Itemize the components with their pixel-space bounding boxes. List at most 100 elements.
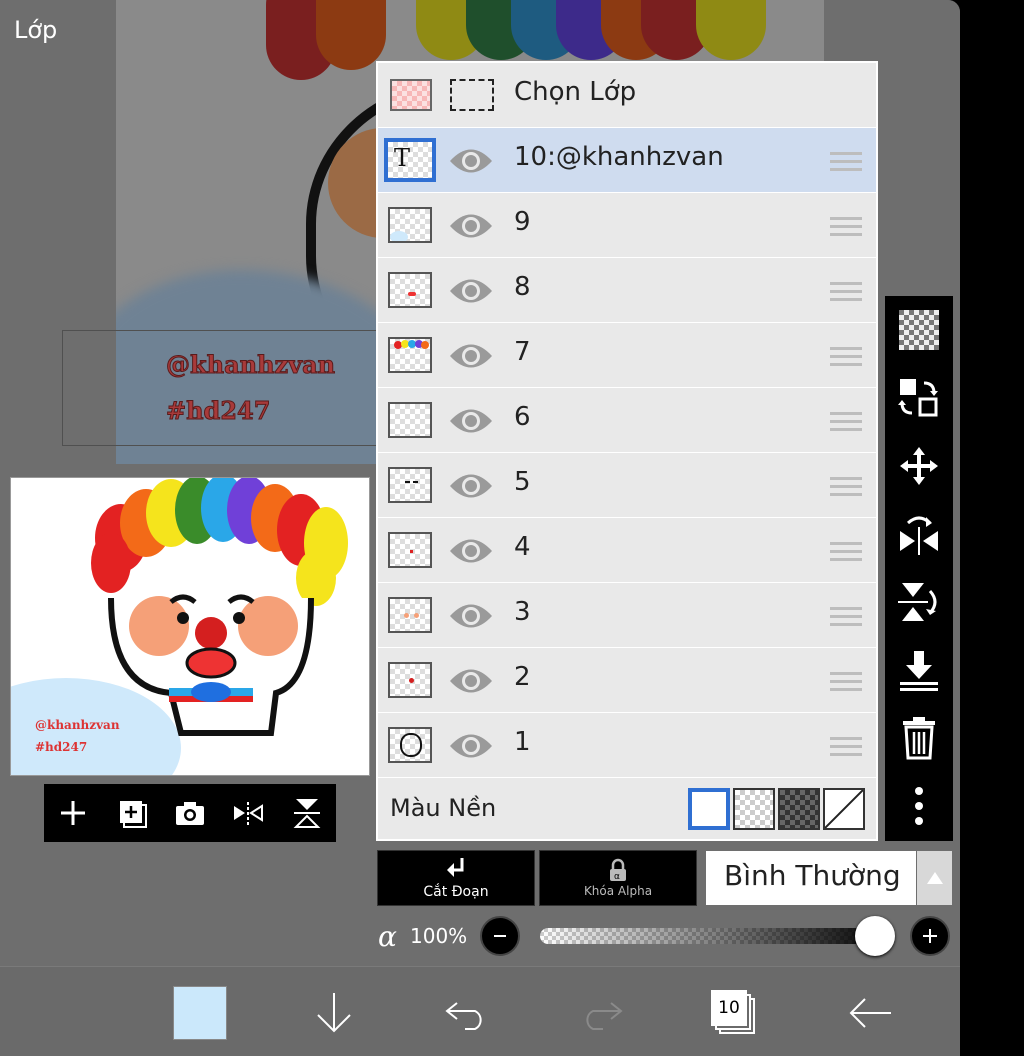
more-vertical-icon[interactable] <box>895 782 943 830</box>
canvas-watermark-1: @khanhzvan <box>165 350 336 380</box>
drag-handle-icon[interactable] <box>830 282 862 302</box>
opacity-slider-handle[interactable] <box>855 916 895 956</box>
layer-preview[interactable]: @khanhzvan #hd247 <box>10 477 370 776</box>
svg-text:α: α <box>614 872 620 882</box>
chevron-up-icon <box>926 872 943 884</box>
bg-dark-swatch[interactable] <box>778 788 820 830</box>
transparency-icon[interactable] <box>895 306 943 354</box>
eye-icon[interactable] <box>448 339 494 373</box>
layer-row[interactable]: 7 <box>378 323 876 388</box>
redo-icon[interactable] <box>573 985 629 1041</box>
flip-horizontal-icon[interactable] <box>895 510 943 558</box>
layer-row[interactable]: 1 <box>378 713 876 778</box>
eye-icon[interactable] <box>448 209 494 243</box>
swap-layer-icon[interactable] <box>895 374 943 422</box>
eye-icon[interactable] <box>448 144 494 178</box>
bg-white-swatch[interactable] <box>688 788 730 830</box>
alpha-lock-button[interactable]: α Khóa Alpha <box>539 850 697 906</box>
eye-icon[interactable] <box>448 469 494 503</box>
text-selection-box[interactable] <box>62 330 382 446</box>
layer-name: 6 <box>514 402 531 432</box>
opacity-value: 100% <box>410 924 468 948</box>
opacity-decrease-button[interactable] <box>480 916 520 956</box>
alpha-symbol: α <box>378 920 397 953</box>
eye-icon[interactable] <box>448 534 494 568</box>
layer-row[interactable]: 6 <box>378 388 876 453</box>
eye-icon[interactable] <box>448 274 494 308</box>
undo-icon[interactable] <box>439 985 495 1041</box>
clipping-label: Cắt Đoạn <box>423 884 489 900</box>
drawing-canvas-area[interactable]: @khanhzvan #hd247 Lớp @khanhzvan #hd247 … <box>0 0 960 966</box>
blend-mode-dropdown-arrow[interactable] <box>917 851 952 905</box>
layer-thumbnail[interactable] <box>388 597 432 633</box>
select-layer-label: Chọn Lớp <box>514 77 637 107</box>
back-arrow-icon[interactable] <box>842 985 898 1041</box>
canvas-watermark-2: #hd247 <box>165 396 271 426</box>
layer-name: 4 <box>514 532 531 562</box>
eye-icon[interactable] <box>448 404 494 438</box>
bg-none-swatch[interactable] <box>823 788 865 830</box>
layer-thumbnail[interactable] <box>388 662 432 698</box>
eye-icon[interactable] <box>448 729 494 763</box>
drag-handle-icon[interactable] <box>830 217 862 237</box>
layer-row[interactable]: 2 <box>378 648 876 713</box>
opacity-slider[interactable] <box>540 928 890 944</box>
flip-horizontal-icon[interactable] <box>226 791 270 835</box>
drag-handle-icon[interactable] <box>830 607 862 627</box>
flip-vertical-icon[interactable] <box>285 791 329 835</box>
alpha-lock-label: Khóa Alpha <box>583 884 653 898</box>
layer-thumbnail[interactable] <box>388 402 432 438</box>
clipping-button[interactable]: Cắt Đoạn <box>377 850 535 906</box>
layer-row[interactable]: 8 <box>378 258 876 323</box>
lock-icon: α <box>610 858 626 882</box>
page-title: Lớp <box>14 16 58 44</box>
layer-thumbnail[interactable] <box>388 272 432 308</box>
layer-name: 3 <box>514 597 531 627</box>
drag-handle-icon[interactable] <box>830 737 862 757</box>
flip-vertical-icon[interactable] <box>895 578 943 626</box>
blend-mode-select[interactable]: Bình Thường <box>706 851 916 905</box>
layer-row[interactable]: 4 <box>378 518 876 583</box>
preview-watermark-2: #hd247 <box>35 740 88 754</box>
layer-thumbnail[interactable] <box>388 532 432 568</box>
select-rect-icon <box>450 79 494 111</box>
layer-row[interactable]: T 10:@khanhzvan <box>378 128 876 193</box>
preview-toolbar <box>44 784 336 842</box>
plus-icon[interactable] <box>51 791 95 835</box>
hair-blob <box>696 0 766 60</box>
drag-handle-icon[interactable] <box>830 152 862 172</box>
layer-thumbnail[interactable] <box>388 207 432 243</box>
layer-thumbnail[interactable] <box>388 727 432 763</box>
move-icon[interactable] <box>895 442 943 490</box>
bg-transparent-swatch[interactable] <box>733 788 775 830</box>
drag-handle-icon[interactable] <box>830 347 862 367</box>
layer-row[interactable]: 9 <box>378 193 876 258</box>
color-swatch[interactable] <box>172 985 228 1041</box>
drag-handle-icon[interactable] <box>830 477 862 497</box>
layer-row[interactable]: 5 <box>378 453 876 518</box>
clipping-icon <box>447 858 464 877</box>
camera-icon[interactable] <box>168 791 212 835</box>
layer-thumbnail[interactable]: T <box>384 138 436 182</box>
layer-thumbnail[interactable] <box>388 467 432 503</box>
opacity-increase-button[interactable] <box>910 916 950 956</box>
merge-down-icon[interactable] <box>895 646 943 694</box>
eye-icon[interactable] <box>448 664 494 698</box>
layer-name: 7 <box>514 337 531 367</box>
layers-icon[interactable]: 10 <box>706 985 762 1041</box>
select-layer-row[interactable]: Chọn Lớp <box>378 63 876 128</box>
drag-handle-icon[interactable] <box>830 412 862 432</box>
layer-name: 9 <box>514 207 531 237</box>
add-layer-icon[interactable] <box>110 791 154 835</box>
layer-row[interactable]: 3 <box>378 583 876 648</box>
bottom-toolbar: 10 <box>0 966 960 1056</box>
layer-thumbnail[interactable] <box>388 337 432 373</box>
trash-icon[interactable] <box>895 714 943 762</box>
download-arrow-icon[interactable] <box>306 985 362 1041</box>
eye-icon[interactable] <box>448 599 494 633</box>
layer-name: 1 <box>514 727 531 757</box>
app-window: @khanhzvan #hd247 Lớp @khanhzvan #hd247 … <box>0 0 960 1056</box>
drag-handle-icon[interactable] <box>830 672 862 692</box>
drag-handle-icon[interactable] <box>830 542 862 562</box>
layer-name: 10:@khanhzvan <box>514 142 724 172</box>
